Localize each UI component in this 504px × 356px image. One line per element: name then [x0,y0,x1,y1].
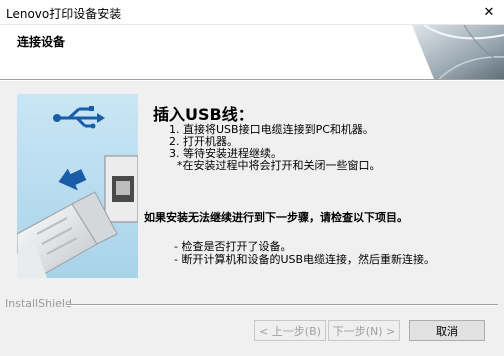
warning-text: 如果安装无法继续进行到下一步骤，请检查以下项目。 [144,211,408,224]
instruction-steps: 1. 直接将USB接口电缆连接到PC和机器。 2. 打开机器。 3. 等待安装进… [169,124,381,172]
title-bar: Lenovo打印设备安装 ✕ [0,0,504,25]
check-item: - 检查是否打开了设备。 [174,240,292,253]
installshield-label: InstallShield [5,297,72,310]
page-title: 连接设备 [17,35,66,49]
usb-port [104,155,138,223]
footer-divider-highlight [66,305,498,306]
next-button[interactable]: 下一步(N) > [328,320,400,341]
header-divider-highlight [0,80,504,81]
usb-cable-illustration [17,94,138,278]
header-panel: 连接设备 [0,25,504,79]
close-icon: ✕ [483,4,495,20]
check-list: - 检查是否打开了设备。 - 断开计算机和设备的USB电缆连接，然后重新连接。 [174,240,435,266]
header-graphic [394,25,504,79]
check-item: - 断开计算机和设备的USB电缆连接，然后重新连接。 [174,253,436,266]
back-button[interactable]: < 上一步(B) [254,320,326,341]
step-note: *在安装过程中将会打开和关闭一些窗口。 [177,159,381,172]
cancel-button[interactable]: 取消 [409,320,485,341]
main-heading: 插入USB线： [153,105,254,124]
window-title: Lenovo打印设备安装 [6,7,122,21]
close-button[interactable]: ✕ [474,0,504,24]
